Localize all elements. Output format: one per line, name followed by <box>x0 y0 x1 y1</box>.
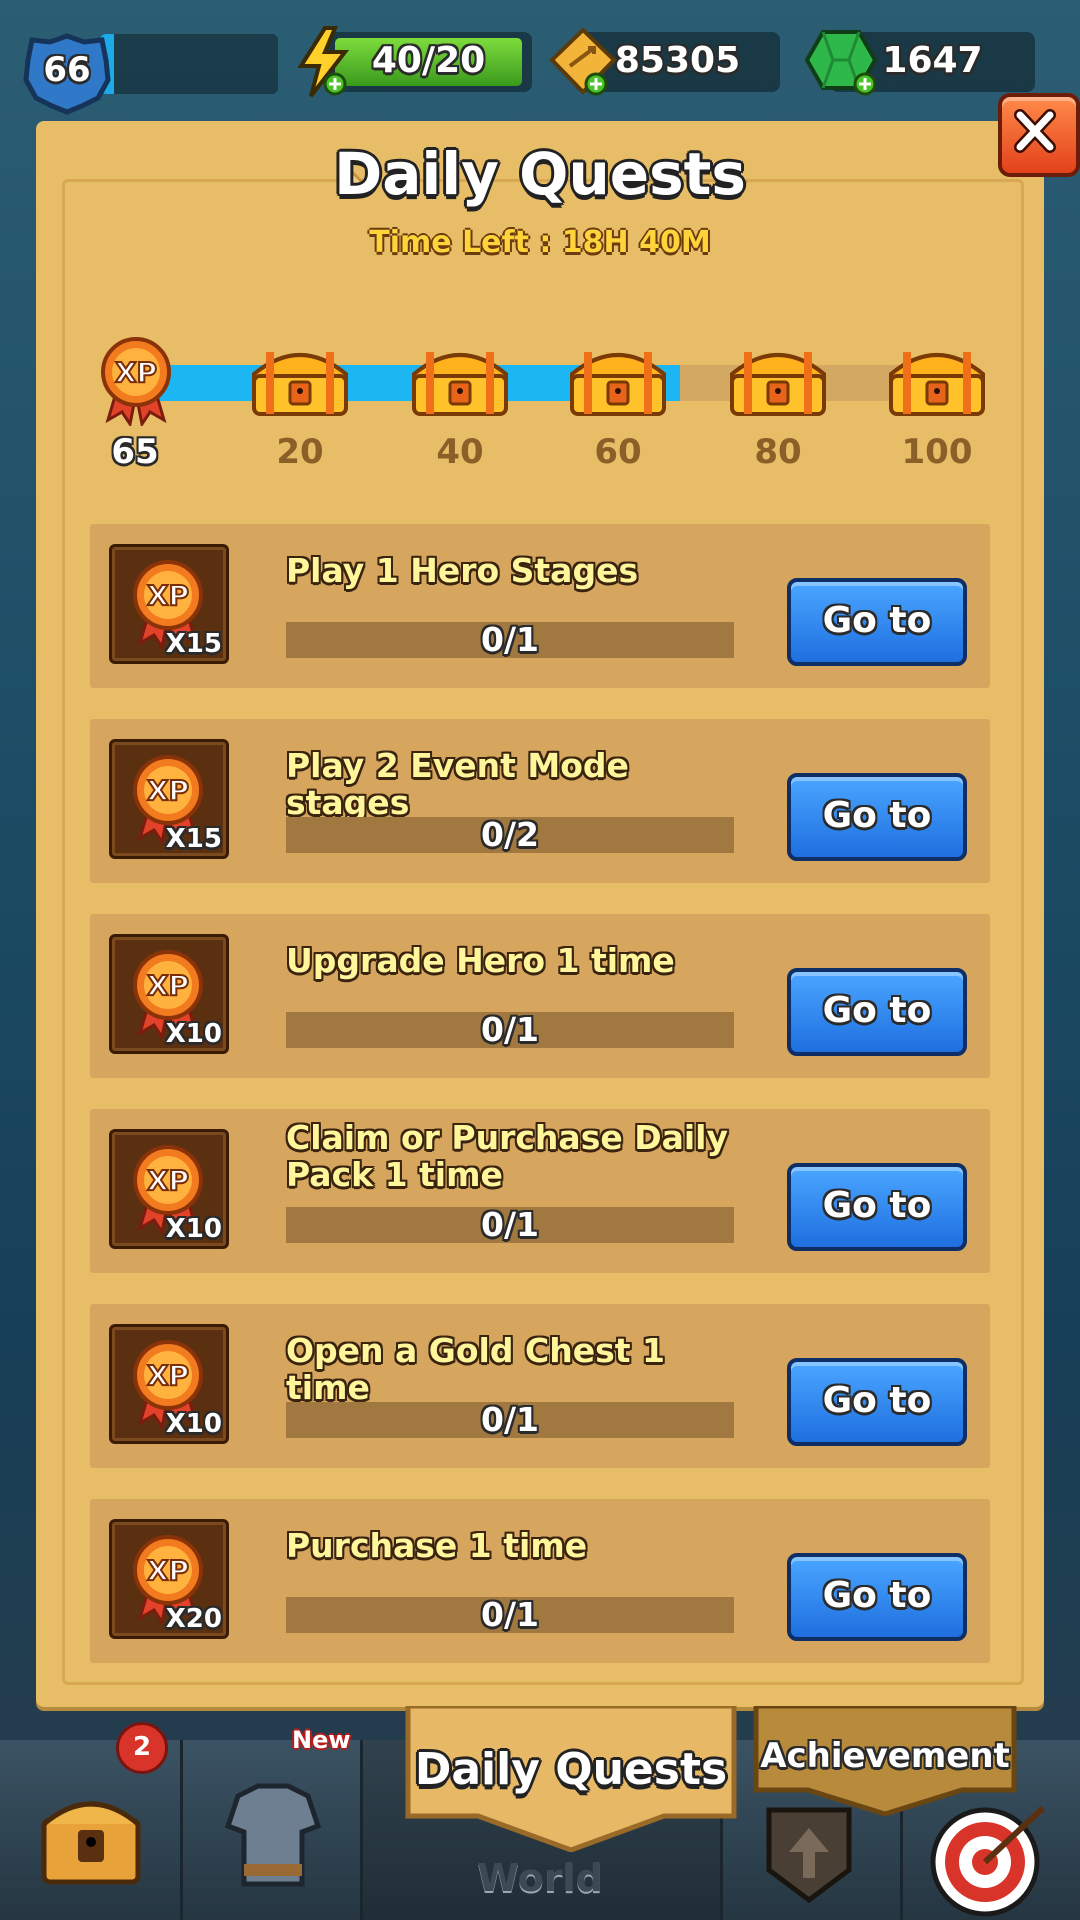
milestone-chest-icon[interactable] <box>885 340 989 420</box>
upgrade-arrow-icon <box>766 1807 852 1904</box>
quest-row: XP X10 Upgrade Hero 1 time 0/1 Go to <box>90 914 990 1078</box>
energy-value: 40/20 <box>371 40 486 81</box>
gold-coin-icon <box>549 27 617 96</box>
go-to-label: Go to <box>822 1185 932 1226</box>
current-xp-points: 65 <box>111 432 159 472</box>
quest-reward: XP X15 <box>109 544 229 664</box>
reward-multiplier: X10 <box>165 1409 222 1439</box>
quest-progress-bar: 0/1 <box>286 622 734 658</box>
quest-reward: XP X20 <box>109 1519 229 1639</box>
top-resource-bar: 66 40/20 85305 1647 <box>0 20 1080 120</box>
milestone-value: 60 <box>594 432 642 472</box>
nav-armor[interactable] <box>183 1740 363 1920</box>
xp-medal-icon: XP <box>101 337 171 426</box>
quest-row: XP X10 Open a Gold Chest 1 time 0/1 Go to <box>90 1304 990 1468</box>
tab-daily-quests[interactable]: Daily Quests <box>404 1706 738 1852</box>
reward-multiplier: X20 <box>165 1604 222 1634</box>
quest-progress-bar: 0/1 <box>286 1012 734 1048</box>
milestone-chest-icon[interactable] <box>408 340 512 420</box>
quest-progress-text: 0/1 <box>481 1010 539 1049</box>
quest-row: XP X15 Play 1 Hero Stages 0/1 Go to <box>90 524 990 688</box>
quest-label: Upgrade Hero 1 time <box>286 941 675 980</box>
chest-icon <box>41 1801 141 1885</box>
quest-row: XP X20 Purchase 1 time 0/1 Go to <box>90 1499 990 1663</box>
go-to-label: Go to <box>822 1575 932 1616</box>
quest-reward: XP X10 <box>109 934 229 1054</box>
achievement-tab-label: Achievement <box>760 1736 1010 1776</box>
time-left-label: Time Left : 18H 40M <box>369 225 711 260</box>
quest-progress-text: 0/1 <box>481 1595 539 1634</box>
player-level: 66 <box>43 50 91 90</box>
milestone-value: 20 <box>276 432 324 472</box>
svg-text:XP: XP <box>147 969 189 1002</box>
svg-text:XP: XP <box>147 1164 189 1197</box>
player-xp-bar <box>100 34 278 94</box>
svg-text:XP: XP <box>147 1554 189 1587</box>
quest-progress-bar: 0/1 <box>286 1402 734 1438</box>
target-icon <box>930 1805 1046 1917</box>
quest-row: XP X15 Play 2 Event Mode stages 0/2 Go to <box>90 719 990 883</box>
quest-progress-text: 0/1 <box>481 1205 539 1244</box>
energy-bolt-icon <box>297 26 350 98</box>
close-icon <box>1014 109 1056 153</box>
world-tab-label: World <box>477 1856 603 1900</box>
quest-progress-bar: 0/1 <box>286 1207 734 1243</box>
reward-multiplier: X15 <box>165 629 222 659</box>
go-to-label: Go to <box>822 600 932 641</box>
go-to-button[interactable]: Go to <box>787 1553 967 1641</box>
panel-title: Daily Quests <box>334 140 746 208</box>
quest-progress-bar: 0/2 <box>286 817 734 853</box>
gem-icon <box>804 30 878 96</box>
milestone-value: 80 <box>754 432 802 472</box>
quest-progress-text: 0/2 <box>481 815 539 854</box>
go-to-button[interactable]: Go to <box>787 1358 967 1446</box>
svg-text:XP: XP <box>147 579 189 612</box>
milestone-value: 100 <box>901 432 973 472</box>
reward-multiplier: X10 <box>165 1214 222 1244</box>
player-level-badge[interactable]: 66 <box>22 32 112 116</box>
armor-new-badge: New <box>292 1726 351 1754</box>
quest-label: Play 1 Hero Stages <box>286 551 639 590</box>
go-to-button[interactable]: Go to <box>787 1163 967 1251</box>
milestone-value: 40 <box>436 432 484 472</box>
daily-quests-tab-label: Daily Quests <box>414 1744 728 1795</box>
quest-progress-text: 0/1 <box>481 620 539 659</box>
svg-text:XP: XP <box>115 356 157 389</box>
go-to-label: Go to <box>822 1380 932 1421</box>
chest-notification-badge: 2 <box>116 1722 168 1774</box>
go-to-button[interactable]: Go to <box>787 578 967 666</box>
reward-multiplier: X10 <box>165 1019 222 1049</box>
quest-label: Open a Gold Chest 1 time <box>286 1331 665 1407</box>
milestone-chest-icon[interactable] <box>566 340 670 420</box>
quest-progress-text: 0/1 <box>481 1400 539 1439</box>
quest-label: Claim or Purchase Daily Pack 1 time <box>286 1118 729 1194</box>
go-to-button[interactable]: Go to <box>787 773 967 861</box>
energy-counter[interactable]: 40/20 <box>325 32 532 92</box>
go-to-label: Go to <box>822 795 932 836</box>
go-to-button[interactable]: Go to <box>787 968 967 1056</box>
armor-icon <box>224 1783 322 1887</box>
svg-text:XP: XP <box>147 774 189 807</box>
quest-reward: XP X10 <box>109 1324 229 1444</box>
tab-achievement[interactable]: Achievement <box>752 1706 1018 1816</box>
go-to-label: Go to <box>822 990 932 1031</box>
quest-progress-bar: 0/1 <box>286 1597 734 1633</box>
quest-label: Purchase 1 time <box>286 1526 588 1565</box>
quest-label: Play 2 Event Mode stages <box>286 746 629 822</box>
reward-multiplier: X15 <box>165 824 222 854</box>
quest-reward: XP X15 <box>109 739 229 859</box>
quest-row: XP X10 Claim or Purchase Daily Pack 1 time… <box>90 1109 990 1273</box>
milestone-chest-icon[interactable] <box>726 340 830 420</box>
svg-text:XP: XP <box>147 1359 189 1392</box>
milestone-chest-icon[interactable] <box>248 340 352 420</box>
quest-reward: XP X10 <box>109 1129 229 1249</box>
close-button[interactable] <box>998 93 1080 177</box>
